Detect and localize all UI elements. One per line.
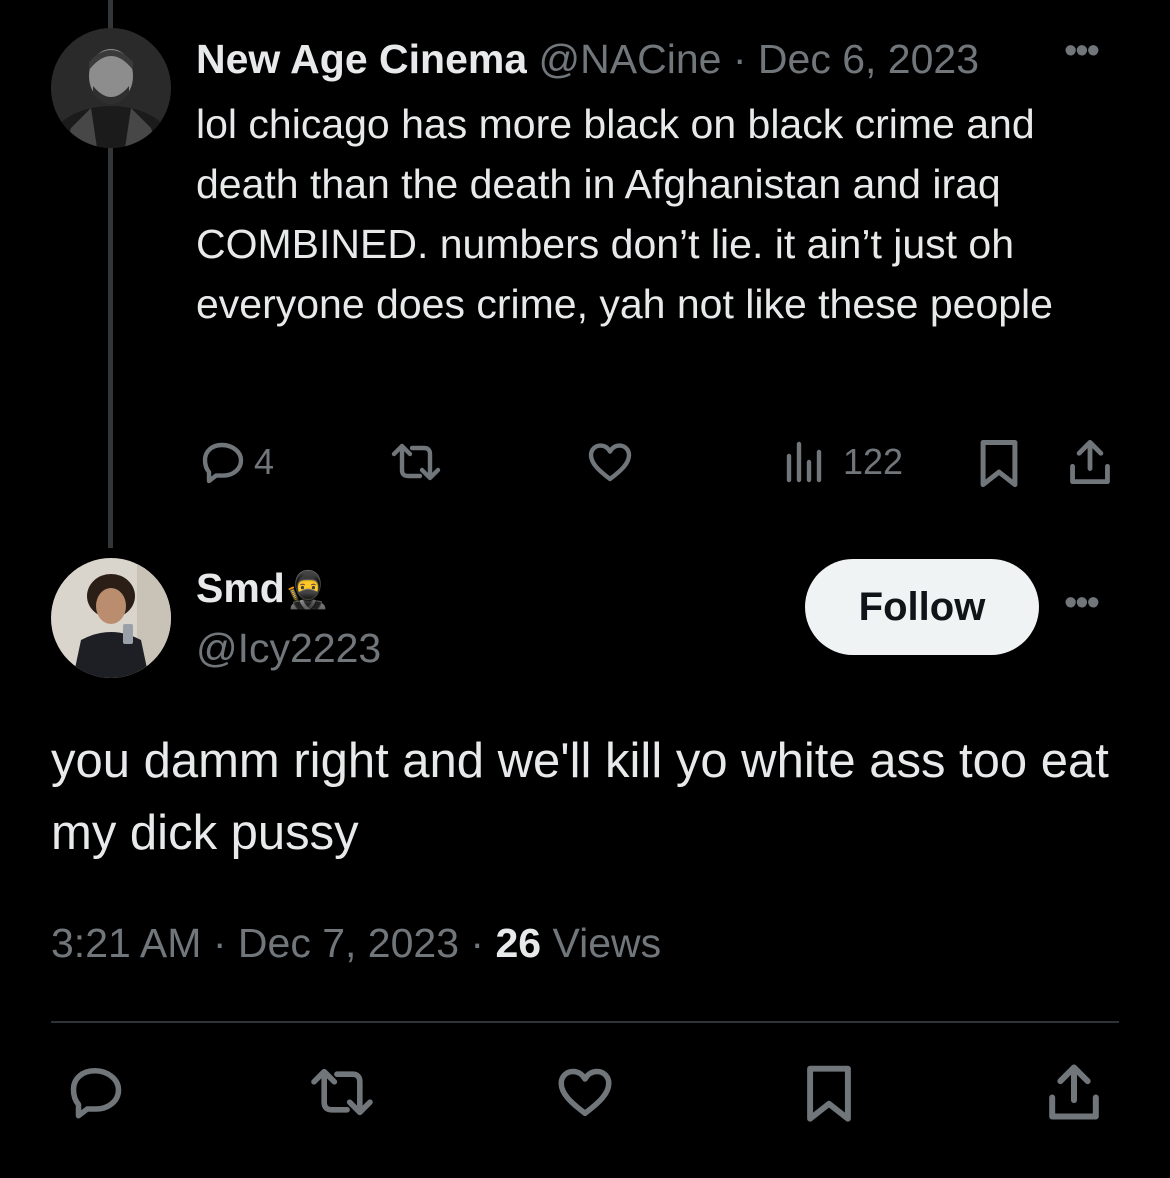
tweet-date[interactable]: Dec 6, 2023 [758, 36, 979, 82]
more-options-icon[interactable]: ••• [1064, 582, 1100, 625]
views-button[interactable]: 122 [783, 440, 903, 484]
retweet-icon [311, 1068, 373, 1116]
retweet-button[interactable] [386, 440, 446, 484]
follow-button[interactable]: Follow [805, 559, 1039, 655]
share-button[interactable] [1066, 438, 1114, 486]
like-icon [558, 1068, 612, 1116]
tweet-text: lol chicago has more black on black crim… [196, 101, 1053, 327]
bookmark-icon [980, 440, 1018, 488]
reply-icon [202, 442, 244, 484]
views-count: 26 [495, 920, 542, 966]
avatar[interactable] [51, 558, 171, 678]
bookmark-icon [807, 1065, 851, 1122]
author-display-name[interactable]: Smd [196, 565, 285, 611]
avatar[interactable] [51, 28, 171, 148]
bookmark-button[interactable] [802, 1062, 856, 1124]
reply-button[interactable]: 4 [198, 440, 274, 484]
like-button[interactable] [555, 1064, 615, 1120]
tweet-text: you damm right and we'll kill yo white a… [51, 734, 1109, 860]
bookmark-button[interactable] [976, 438, 1022, 488]
author-handle[interactable]: @NACine [539, 36, 722, 82]
author-display-name[interactable]: New Age Cinema [196, 34, 527, 84]
views-icon [786, 441, 822, 483]
reply-icon [70, 1068, 122, 1119]
separator-dot: · [732, 36, 747, 82]
reply-button[interactable] [66, 1064, 126, 1120]
views-count: 122 [843, 441, 904, 482]
author-name-row: Smd🥷 [196, 563, 330, 615]
ninja-emoji: 🥷 [284, 569, 330, 610]
like-icon [588, 443, 632, 482]
separator-dot: · [212, 920, 227, 966]
reply-count: 4 [254, 441, 275, 482]
tweet-time[interactable]: 3:21 AM [51, 920, 201, 966]
retweet-button[interactable] [306, 1064, 378, 1120]
more-options-icon[interactable]: ••• [1064, 30, 1100, 73]
share-button[interactable] [1044, 1062, 1104, 1122]
separator-dot: · [470, 920, 485, 966]
divider [51, 1021, 1119, 1023]
like-button[interactable] [585, 440, 635, 484]
share-icon [1070, 439, 1110, 485]
retweet-icon [391, 443, 441, 481]
author-handle[interactable]: @Icy2223 [196, 623, 381, 673]
tweet-date[interactable]: Dec 7, 2023 [238, 920, 459, 966]
share-icon [1049, 1064, 1099, 1120]
tweet-header: New Age Cinema @NACine · Dec 6, 2023 [196, 34, 1056, 84]
tweet-meta: 3:21 AM · Dec 7, 2023 · 26 Views [51, 916, 661, 970]
views-label[interactable]: Views [553, 920, 662, 966]
